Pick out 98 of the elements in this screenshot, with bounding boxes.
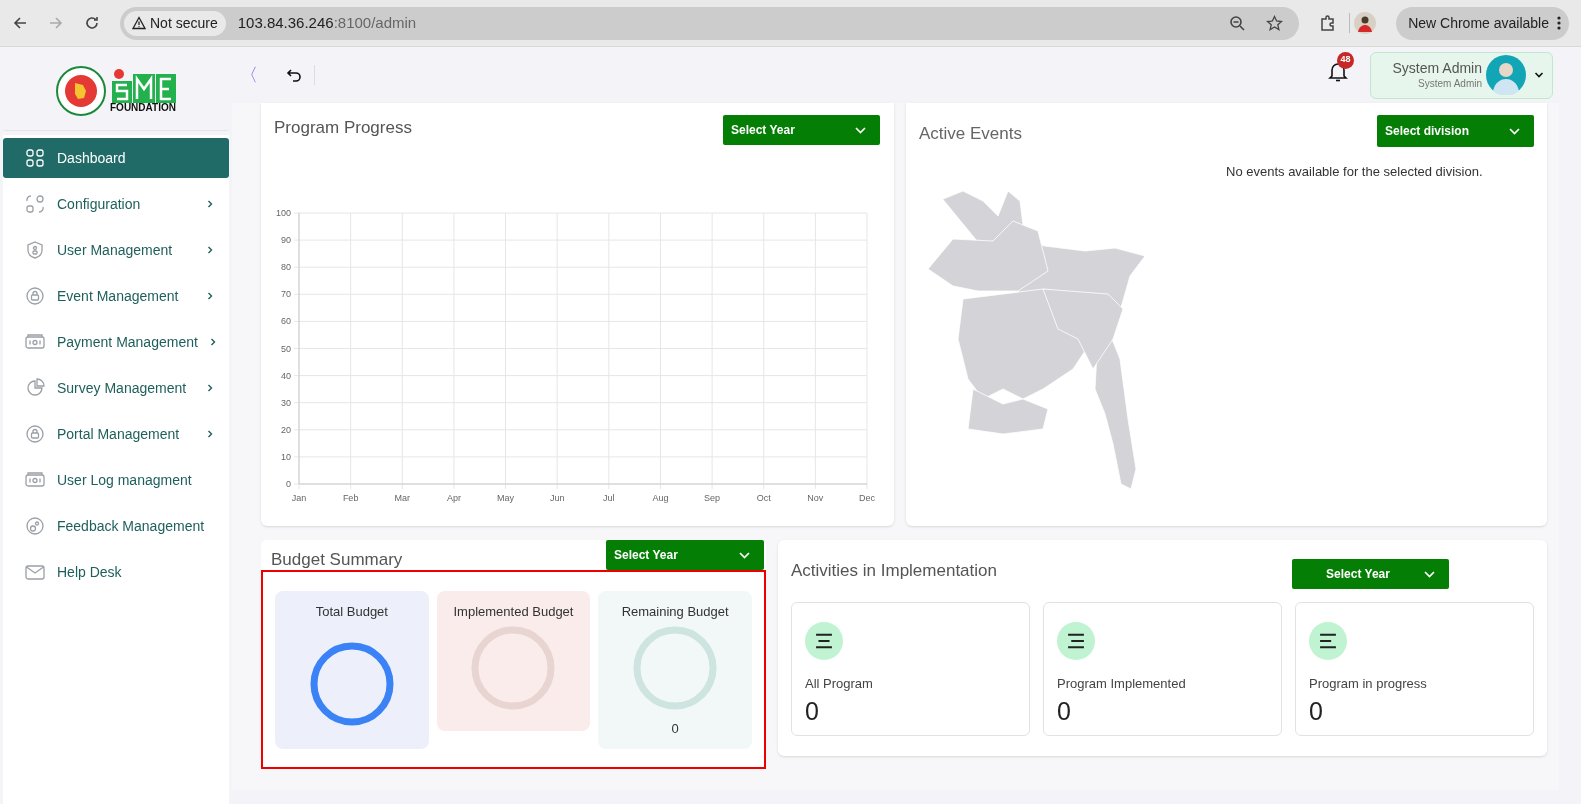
- sidebar-item[interactable]: User Log managment: [3, 460, 229, 500]
- y-tick-label: 60: [281, 316, 291, 327]
- x-tick-label: Nov: [807, 493, 824, 503]
- pie-chart-icon: [25, 378, 45, 398]
- stat-value: 0: [1057, 695, 1071, 727]
- card-title: Activities in Implementation: [791, 560, 998, 582]
- x-tick-label: Apr: [446, 493, 461, 503]
- stat-label: Program in progress: [1309, 675, 1427, 693]
- x-tick-label: Oct: [756, 493, 771, 503]
- sidebar-item[interactable]: Payment Management: [3, 322, 229, 362]
- avatar-icon: [1486, 55, 1526, 95]
- update-button[interactable]: New Chrome available: [1396, 6, 1569, 40]
- list-icon: [805, 622, 843, 660]
- notification-badge: 48: [1337, 51, 1354, 69]
- y-tick-label: 90: [281, 235, 291, 246]
- y-tick-label: 100: [275, 208, 291, 218]
- chevron-right-icon: [207, 430, 213, 438]
- emblem-icon: [56, 66, 106, 116]
- sme-logo-icon: [110, 69, 176, 103]
- lock-icon: [25, 424, 45, 444]
- warning-icon: [132, 16, 146, 30]
- chevron-down-icon: [739, 551, 750, 559]
- user-name: System Admin: [1392, 60, 1482, 78]
- sidebar-item[interactable]: Help Desk: [3, 552, 229, 592]
- list-icon: [1057, 622, 1095, 660]
- x-tick-label: Aug: [652, 493, 669, 503]
- tile-label: Remaining Budget: [621, 603, 729, 621]
- grid-icon: [25, 148, 45, 168]
- x-tick-label: Jul: [603, 493, 615, 503]
- notification-bell-icon[interactable]: [1328, 60, 1348, 83]
- y-tick-label: 80: [281, 262, 291, 273]
- x-tick-label: Jan: [291, 493, 307, 503]
- caret-down-icon: [1534, 71, 1544, 79]
- year-dropdown[interactable]: Select Year: [723, 115, 880, 145]
- sidebar-item[interactable]: Dashboard: [3, 138, 229, 178]
- sidebar-item[interactable]: Event Management: [3, 276, 229, 316]
- undo-icon[interactable]: [286, 67, 302, 83]
- lock-icon: [25, 286, 45, 306]
- year-dropdown[interactable]: Select division: [1377, 115, 1534, 147]
- y-tick-label: 0: [286, 479, 291, 489]
- sidebar-item[interactable]: Configuration: [3, 184, 229, 224]
- tile-value: 0: [671, 719, 679, 738]
- more-icon[interactable]: [1557, 15, 1561, 31]
- x-tick-label: Sep: [704, 493, 721, 503]
- y-tick-label: 50: [281, 343, 291, 354]
- sidebar-item[interactable]: Survey Management: [3, 368, 229, 408]
- y-tick-label: 30: [281, 397, 291, 408]
- url-text: 103.84.36.246:8100/admin: [237, 12, 418, 33]
- back-icon[interactable]: [12, 15, 28, 31]
- sidebar-item[interactable]: User Management: [3, 230, 229, 270]
- security-chip[interactable]: Not secure: [124, 10, 226, 36]
- x-tick-label: Jun: [549, 493, 565, 503]
- sidebar-item[interactable]: Feedback Management: [3, 506, 229, 546]
- bookmark-star-icon[interactable]: [1266, 14, 1284, 32]
- stat-value: 0: [805, 695, 819, 727]
- collapse-sidebar-button[interactable]: 〈: [240, 61, 254, 89]
- card-title: Active Events: [919, 123, 1022, 145]
- shapes-icon: [25, 194, 45, 214]
- shield-user-icon: [25, 240, 45, 260]
- stat-value: 0: [1309, 695, 1323, 727]
- x-tick-label: Mar: [394, 493, 410, 503]
- y-tick-label: 40: [281, 370, 291, 381]
- x-tick-label: Feb: [342, 493, 359, 503]
- stat-label: Program Implemented: [1057, 675, 1186, 693]
- reload-icon[interactable]: [84, 15, 100, 31]
- mail-icon: [25, 562, 45, 582]
- year-dropdown[interactable]: Select Year: [606, 540, 764, 570]
- cash-icon: [25, 470, 45, 490]
- year-dropdown[interactable]: Select Year: [1292, 559, 1449, 589]
- x-tick-label: Dec: [859, 493, 875, 503]
- x-tick-label: May: [497, 493, 515, 503]
- sidebar-item[interactable]: Portal Management: [3, 414, 229, 454]
- address-bar[interactable]: Not secure 103.84.36.246:8100/admin: [120, 6, 1300, 40]
- y-tick-label: 70: [281, 289, 291, 300]
- tile-label: Implemented Budget: [453, 603, 574, 621]
- y-tick-label: 20: [281, 424, 291, 435]
- cash-icon: [25, 332, 45, 352]
- chevron-down-icon: [1509, 127, 1520, 135]
- chevron-right-icon: [207, 200, 213, 208]
- chevron-right-icon: [207, 292, 213, 300]
- profile-avatar-icon[interactable]: [1354, 12, 1377, 34]
- user-role: System Admin: [1418, 77, 1482, 90]
- logo-text: FOUNDATION: [110, 103, 176, 113]
- chevron-down-icon: [855, 126, 866, 134]
- user-menu[interactable]: System Admin System Admin: [1370, 51, 1553, 99]
- zoom-icon[interactable]: [1229, 14, 1247, 32]
- chevron-right-icon: [207, 246, 213, 254]
- chevron-right-icon: [209, 338, 216, 346]
- stat-label: All Program: [805, 675, 873, 693]
- empty-message: No events available for the selected division.: [1226, 163, 1483, 181]
- chevron-right-icon: [207, 384, 213, 392]
- card-title: Program Progress: [274, 117, 412, 139]
- card-title: Budget Summary: [271, 549, 403, 571]
- chevron-down-icon: [1424, 570, 1435, 578]
- list-icon: [1309, 622, 1347, 660]
- feedback-icon: [25, 516, 45, 536]
- tile-label: Total Budget: [315, 603, 388, 621]
- y-tick-label: 10: [281, 451, 291, 462]
